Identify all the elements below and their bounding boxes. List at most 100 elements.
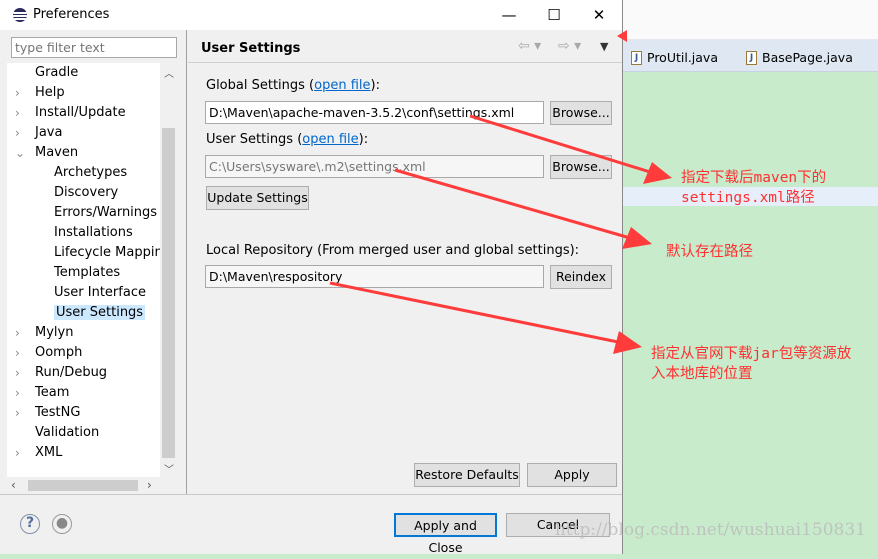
page-header: User Settings ⇦ ▾ ⇨ ▾ ▼	[188, 30, 622, 63]
tree-item-discovery[interactable]: Discovery	[7, 183, 118, 203]
java-file-icon: J	[631, 50, 642, 65]
tab-label: BasePage.java	[762, 50, 853, 65]
annotation-local-repo: 指定从官网下载jar包等资源放 入本地库的位置	[651, 344, 851, 384]
global-settings-input[interactable]: D:\Maven\apache-maven-3.5.2\conf\setting…	[205, 101, 544, 124]
oomph-record-icon[interactable]: ●	[52, 514, 72, 534]
annotation-text: settings.xml路径	[681, 190, 815, 206]
chevron-right-icon[interactable]: ›	[15, 443, 20, 463]
eclipse-icon	[13, 8, 27, 22]
annotation-text: 指定下载后maven下的	[681, 170, 827, 186]
tree-item-label: Team	[35, 385, 70, 400]
chevron-right-icon[interactable]: ›	[15, 363, 20, 383]
scroll-left-icon[interactable]: ‹	[11, 478, 16, 492]
preferences-sidebar: Gradle › Help › Install/Update › Java ⌄ Maven Arc…	[0, 30, 187, 494]
tree-item-user-settings[interactable]: User Settings	[7, 303, 146, 323]
maximize-button[interactable]: ☐	[543, 4, 565, 26]
editor-tab-bar: J ProUtil.java J BasePage.java	[623, 40, 878, 72]
title-bar: Preferences — ☐ ✕	[0, 0, 622, 30]
tree-item-mylyn[interactable]: › Mylyn	[7, 323, 73, 343]
scrollbar-thumb[interactable]	[28, 480, 138, 491]
chevron-down-icon[interactable]: ⌄	[15, 143, 25, 163]
tree-item-testng[interactable]: › TestNG	[7, 403, 80, 423]
tree-item-archetypes[interactable]: Archetypes	[7, 163, 127, 183]
user-open-file-link[interactable]: open file	[302, 132, 358, 147]
annotation-user-settings: 默认存在路径	[666, 244, 753, 260]
scroll-up-icon[interactable]: ︿	[164, 65, 174, 80]
apply-button[interactable]: Apply	[527, 463, 617, 487]
global-open-file-link[interactable]: open file	[314, 78, 370, 93]
forward-arrow-icon[interactable]: ⇨ ▾	[558, 38, 581, 54]
chevron-right-icon[interactable]: ›	[15, 103, 20, 123]
tree-item-user-interface[interactable]: User Interface	[7, 283, 146, 303]
tree-item-label: Maven	[35, 145, 79, 160]
close-button[interactable]: ✕	[588, 4, 610, 26]
filter-input[interactable]	[11, 37, 177, 58]
chevron-right-icon[interactable]: ›	[15, 403, 20, 423]
tree-item-help[interactable]: › Help	[7, 83, 65, 103]
chevron-right-icon[interactable]: ›	[15, 123, 20, 143]
local-repository-label: Local Repository (From merged user and g…	[206, 243, 580, 258]
global-browse-button[interactable]: Browse...	[550, 101, 612, 125]
chevron-right-icon[interactable]: ›	[15, 343, 20, 363]
tree-item-label: Oomph	[35, 345, 83, 360]
tree-item-label: Run/Debug	[35, 365, 108, 380]
tree-item-label: Templates	[54, 265, 121, 280]
tree-item-install-update[interactable]: › Install/Update	[7, 103, 126, 123]
dialog-title: Preferences	[33, 7, 110, 22]
tree-item-lifecycle-mapping[interactable]: Lifecycle Mapping	[7, 243, 160, 263]
tree-item-validation[interactable]: Validation	[7, 423, 99, 443]
scroll-down-icon[interactable]: ﹀	[164, 461, 174, 476]
tree-item-label: Archetypes	[54, 165, 128, 180]
tree-item-xml[interactable]: › XML	[7, 443, 62, 463]
chevron-right-icon[interactable]: ›	[15, 383, 20, 403]
apply-and-close-button[interactable]: Apply and Close	[394, 513, 497, 555]
back-arrow-icon[interactable]: ⇦ ▾	[518, 38, 541, 54]
arrow-head-icon	[622, 227, 652, 249]
tree-item-maven[interactable]: ⌄ Maven	[7, 143, 78, 163]
java-file-icon: J	[746, 50, 757, 65]
scroll-right-icon[interactable]: ›	[147, 478, 152, 492]
tree-item-errors-warnings[interactable]: Errors/Warnings	[7, 203, 157, 223]
user-browse-button[interactable]: Browse...	[550, 155, 612, 179]
watermark: http://blog.csdn.net/wushuai150831	[554, 520, 866, 540]
scrollbar-thumb[interactable]	[162, 128, 175, 458]
chevron-right-icon[interactable]: ›	[15, 323, 20, 343]
reindex-button[interactable]: Reindex	[550, 265, 612, 289]
minimize-button[interactable]: —	[498, 4, 520, 26]
editor-tab[interactable]: J BasePage.java	[746, 50, 853, 65]
update-settings-button[interactable]: Update Settings	[206, 186, 309, 210]
arrow-head-icon	[643, 162, 672, 184]
tree-item-run-debug[interactable]: › Run/Debug	[7, 363, 107, 383]
help-icon[interactable]: ?	[20, 514, 40, 534]
tree-item-label: Installations	[54, 225, 133, 240]
preferences-tree: Gradle › Help › Install/Update › Java ⌄ Maven Arc…	[7, 63, 160, 478]
tree-item-templates[interactable]: Templates	[7, 263, 120, 283]
user-settings-label: User Settings (open file):	[206, 132, 369, 147]
tree-item-label: TestNG	[35, 405, 81, 420]
tree-item-gradle[interactable]: Gradle	[7, 63, 78, 83]
annotation-text: 入本地库的位置	[651, 366, 753, 382]
user-settings-input[interactable]: C:\Users\sysware\.m2\settings.xml	[205, 155, 544, 178]
tree-item-team[interactable]: › Team	[7, 383, 69, 403]
view-menu-icon[interactable]: ▼	[600, 40, 608, 53]
chevron-right-icon[interactable]: ›	[15, 83, 20, 103]
tree-item-label: XML	[35, 445, 63, 460]
tree-item-label: Validation	[35, 425, 100, 440]
tree-item-label: User Settings	[54, 305, 146, 320]
restore-defaults-button[interactable]: Restore Defaults	[414, 463, 520, 487]
tree-item-installations[interactable]: Installations	[7, 223, 133, 243]
tree-item-java[interactable]: › Java	[7, 123, 62, 143]
preferences-dialog: Preferences — ☐ ✕ Gradle › Help › Install/Up…	[0, 0, 623, 555]
editor-tab[interactable]: J ProUtil.java	[631, 50, 718, 65]
tree-item-label: Install/Update	[35, 105, 126, 120]
dialog-footer: ? ● Apply and Close Cancel	[0, 494, 622, 555]
tree-item-label: Java	[35, 125, 63, 140]
tree-item-label: Help	[35, 85, 65, 100]
page-title: User Settings	[201, 41, 301, 56]
tree-item-label: Discovery	[54, 185, 119, 200]
annotation-global-settings: 指定下载后maven下的 settings.xml路径	[681, 168, 826, 208]
local-repository-input[interactable]: D:\Maven\respository	[205, 265, 544, 288]
tree-item-oomph[interactable]: › Oomph	[7, 343, 82, 363]
tree-item-label: User Interface	[54, 285, 146, 300]
preference-page: User Settings ⇦ ▾ ⇨ ▾ ▼ Global Settings …	[188, 30, 623, 494]
